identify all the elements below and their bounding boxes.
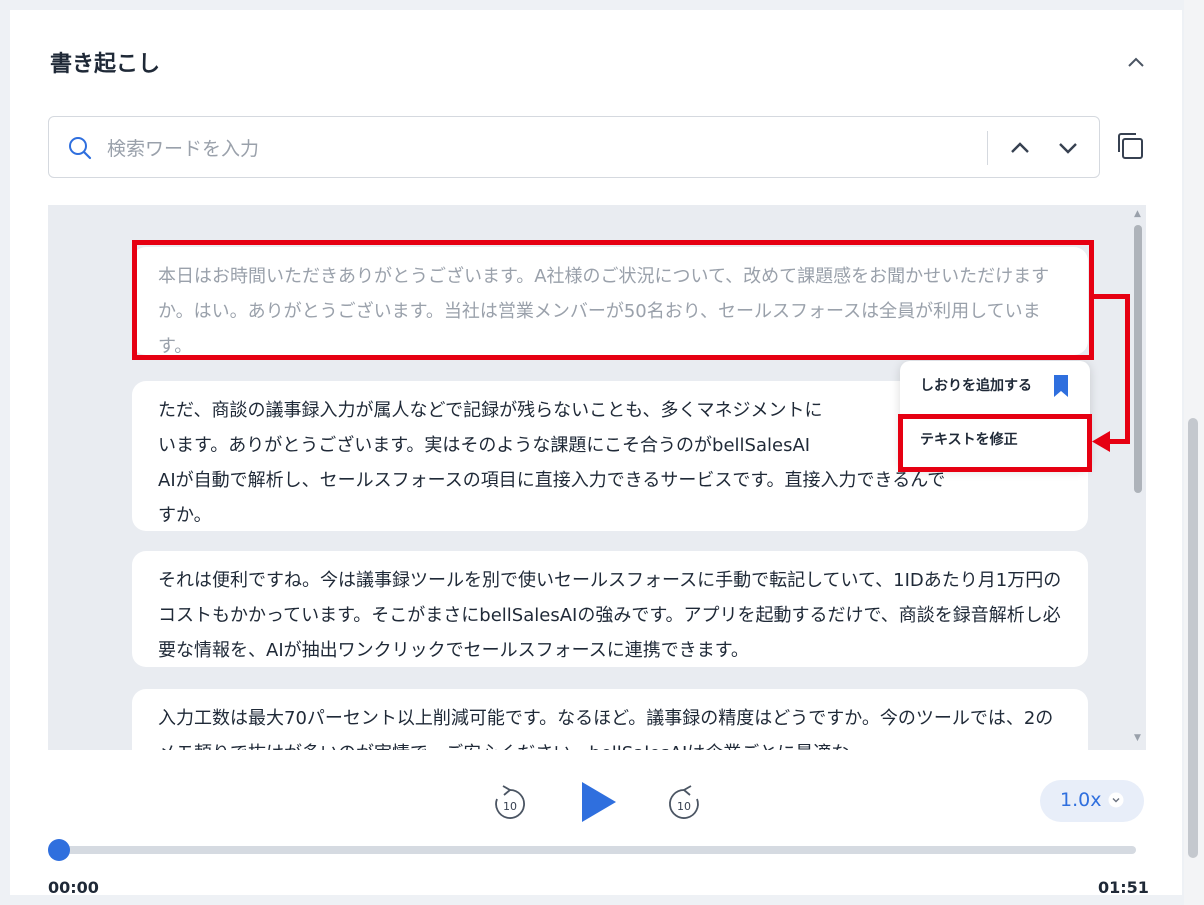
chevron-down-icon: [1108, 792, 1124, 808]
transcript-segment[interactable]: それは便利ですね。今は議事録ツールを別で使いセールスフォースに手動で転記していて…: [132, 551, 1088, 667]
annotation-arrow-head: [1092, 431, 1110, 452]
search-box: [48, 116, 1100, 178]
search-input[interactable]: [105, 131, 969, 167]
highlight-box-edit-text: [898, 414, 1092, 472]
copy-icon[interactable]: [1114, 130, 1146, 162]
search-icon: [69, 137, 92, 160]
annotation-arrow-line: [1125, 294, 1130, 444]
highlight-box-segment: [132, 240, 1094, 360]
total-time: 01:51: [1098, 878, 1149, 897]
speed-value: 1.0x: [1060, 789, 1102, 811]
add-bookmark-menu-item[interactable]: しおりを追加する: [900, 361, 1090, 411]
playback-speed-select[interactable]: 1.0x: [1040, 780, 1144, 822]
transcript-segment[interactable]: 入力工数は最大70パーセント以上削減可能です。なるほど。議事録の精度はどうですか…: [132, 689, 1088, 750]
playback-progress-bar[interactable]: [60, 846, 1136, 854]
scroll-up-arrow[interactable]: ▲: [1134, 209, 1141, 219]
transcript-scrollbar[interactable]: ▲ ▼: [1130, 205, 1146, 750]
panel-title: 書き起こし: [50, 52, 161, 77]
page-scrollbar-thumb[interactable]: [1188, 418, 1198, 858]
search-next-button[interactable]: [1053, 133, 1083, 163]
transcript-panel: 書き起こし 本日はお時間いただきありがとうございます。A社様のご状況について、改…: [10, 10, 1182, 897]
current-time: 00:00: [48, 878, 99, 897]
add-bookmark-label: しおりを追加する: [920, 378, 1032, 394]
scroll-down-arrow[interactable]: ▼: [1134, 733, 1141, 743]
scrollbar-thumb[interactable]: [1134, 225, 1142, 493]
rewind-seconds-label: 10: [503, 800, 517, 813]
forward-10-button[interactable]: 10: [666, 782, 702, 822]
forward-seconds-label: 10: [677, 800, 691, 813]
search-prev-button[interactable]: [1005, 133, 1035, 163]
bookmark-icon: [1054, 375, 1068, 397]
page-scrollbar[interactable]: [1184, 0, 1204, 905]
search-divider: [987, 131, 988, 165]
rewind-10-button[interactable]: 10: [492, 782, 528, 822]
chevron-up-icon[interactable]: [1122, 48, 1150, 76]
progress-knob[interactable]: [48, 839, 70, 861]
play-button[interactable]: [578, 780, 618, 824]
